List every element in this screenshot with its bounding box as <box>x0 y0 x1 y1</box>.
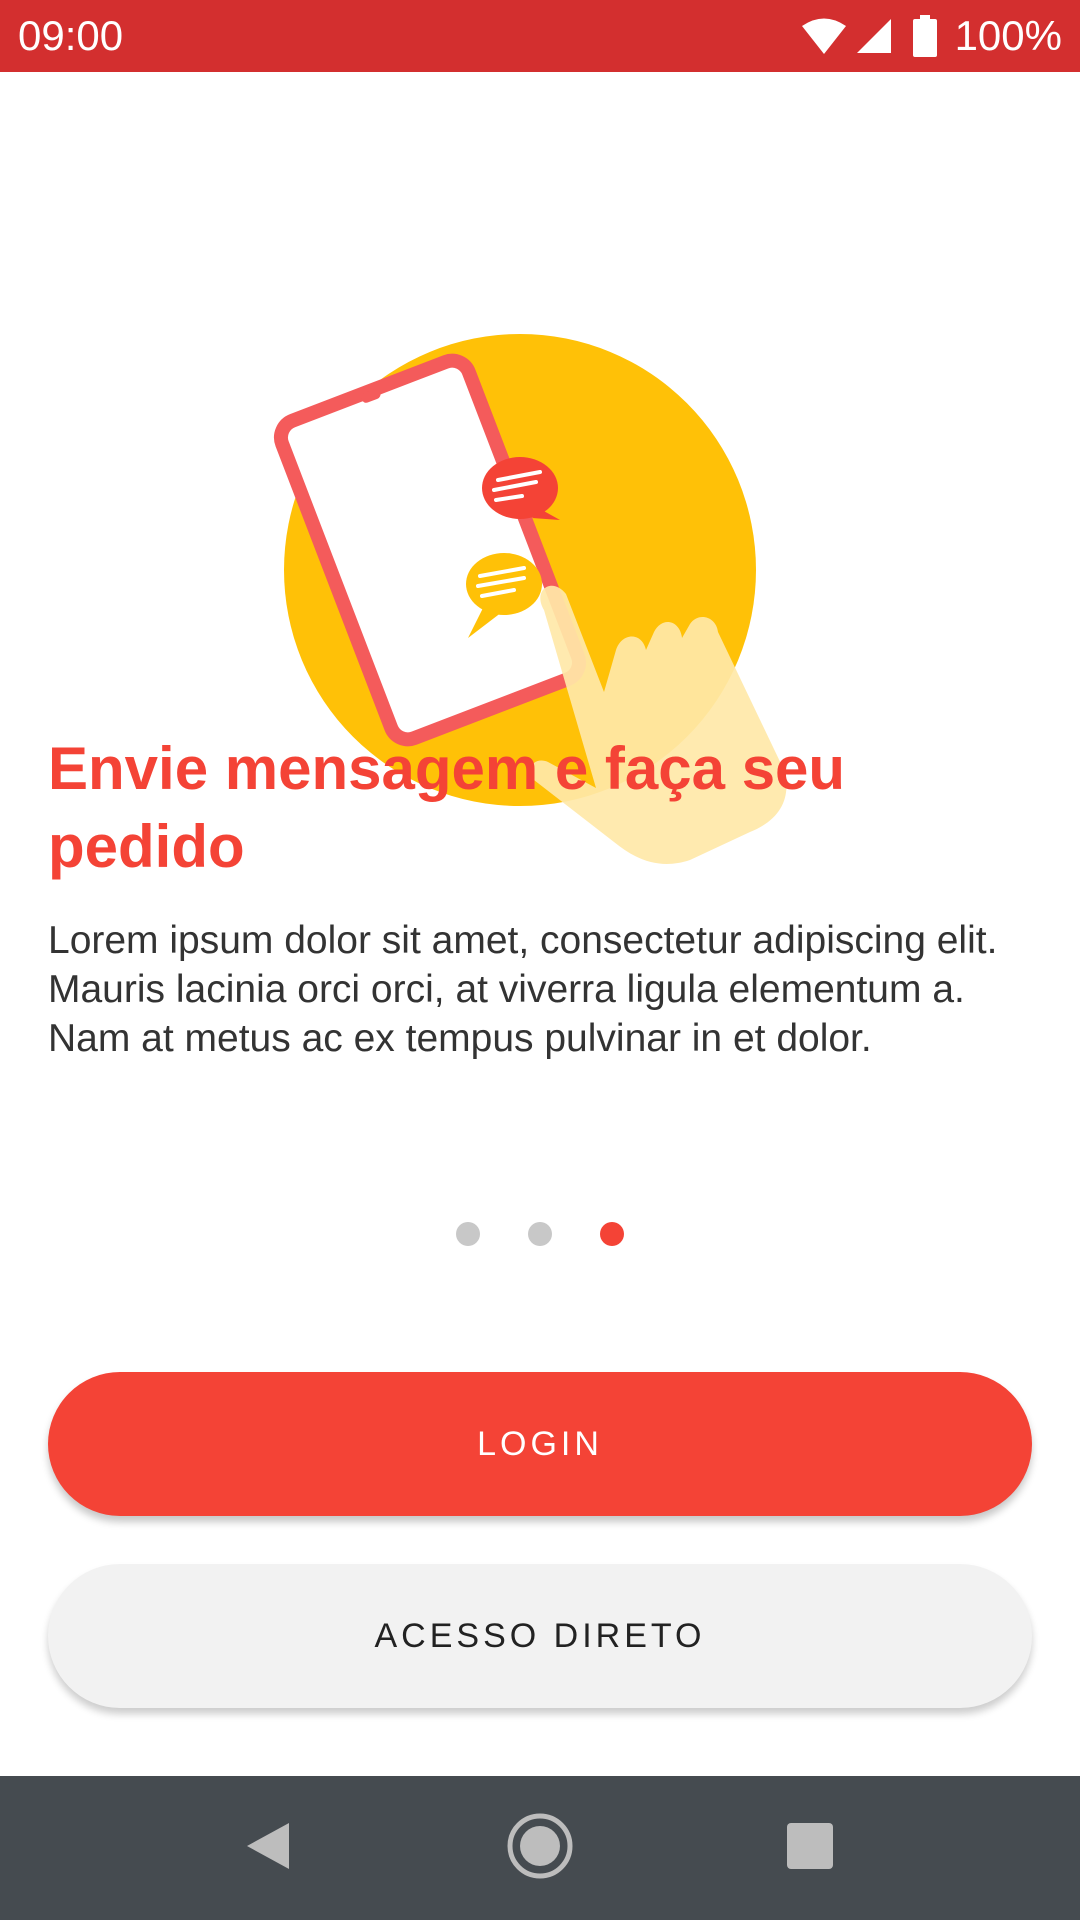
back-button[interactable] <box>198 1776 338 1920</box>
home-button[interactable] <box>470 1776 610 1920</box>
back-icon <box>245 1821 291 1876</box>
login-button[interactable]: LOGIN <box>48 1372 1032 1516</box>
status-bar: 09:00 100% <box>0 0 1080 72</box>
onboarding-screen: 09:00 100% Envie mensagem e faça seu ped… <box>0 0 1080 1920</box>
signal-icon <box>855 17 893 55</box>
wifi-icon <box>801 17 847 55</box>
battery-level: 100% <box>954 12 1062 59</box>
page-indicator <box>0 1222 1080 1246</box>
navigation-bar <box>0 1776 1080 1920</box>
page-dot[interactable] <box>528 1222 552 1246</box>
recents-button[interactable] <box>740 1776 880 1920</box>
recents-icon <box>787 1822 833 1874</box>
battery-icon <box>912 15 937 57</box>
status-icons: 100% <box>801 10 1062 62</box>
home-icon <box>506 1812 574 1885</box>
page-dot[interactable] <box>456 1222 480 1246</box>
onboarding-title: Envie mensagem e faça seu pedido <box>48 735 846 880</box>
page-dot-active[interactable] <box>600 1222 624 1246</box>
status-time: 09:00 <box>18 12 124 59</box>
direct-access-button[interactable]: ACESSO DIRETO <box>48 1564 1032 1708</box>
onboarding-description: Lorem ipsum dolor sit amet, consectetur … <box>48 919 998 1060</box>
